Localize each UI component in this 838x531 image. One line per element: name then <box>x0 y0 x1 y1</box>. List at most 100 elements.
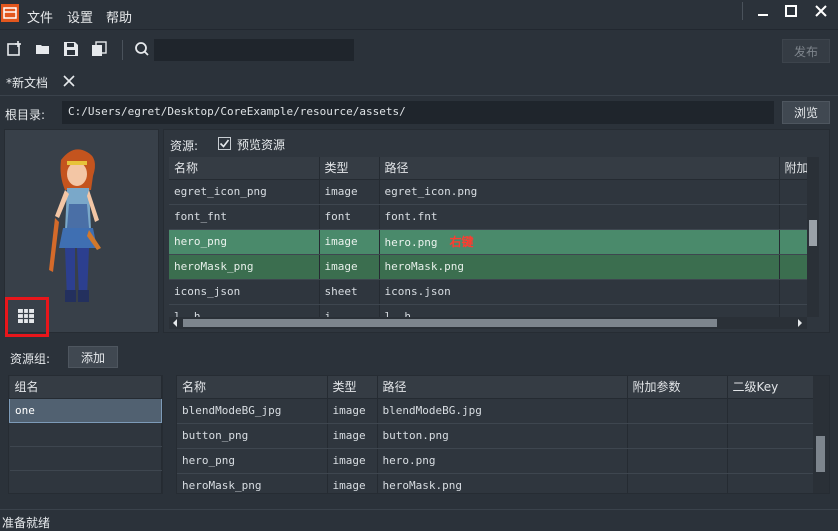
cell-path: egret_icon.png <box>379 179 780 205</box>
resources-vertical-scrollbar[interactable] <box>807 157 819 317</box>
save-icon[interactable] <box>63 41 79 57</box>
close-icon <box>815 5 827 17</box>
column-header-group-name[interactable]: 组名 <box>9 376 162 399</box>
table-row[interactable]: hero_png image hero.png <box>177 448 814 474</box>
scrollbar-thumb[interactable] <box>809 220 817 246</box>
cell-type: image <box>319 179 380 205</box>
maximize-icon <box>785 5 797 17</box>
group-item[interactable] <box>9 446 162 471</box>
table-row-highlighted[interactable]: hero_png image hero.png 右键 <box>169 229 807 255</box>
cell-path: l..h... <box>379 304 780 317</box>
cell-path-text: hero.png <box>384 236 438 249</box>
resources-label: 资源: <box>170 139 199 153</box>
maximize-button[interactable] <box>774 0 808 22</box>
table-row[interactable]: font_fnt font font.fnt <box>169 204 807 230</box>
cell-path: heroMask.png <box>379 254 780 280</box>
document-tab-bar: *新文档 <box>0 68 838 96</box>
root-directory-label: 根目录: <box>5 108 46 122</box>
preview-resources-checkbox[interactable] <box>218 137 231 150</box>
resource-groups-label: 资源组: <box>10 352 51 366</box>
table-header-row: 名称 类型 路径 附加参 <box>169 157 807 180</box>
column-header-subkey[interactable]: 二级Key <box>727 376 814 399</box>
scroll-left-icon[interactable] <box>170 317 180 329</box>
group-resources-table: 名称 类型 路径 附加参数 二级Key blendModeBG_jpg imag… <box>176 375 830 494</box>
group-item-selected[interactable]: one <box>9 397 162 423</box>
status-bar: 准备就绪 <box>0 509 838 531</box>
group-resources-vertical-scrollbar[interactable] <box>813 376 829 493</box>
group-item[interactable] <box>9 422 162 447</box>
grid-view-button[interactable] <box>5 297 49 337</box>
group-name <box>9 446 162 471</box>
resources-table: 名称 类型 路径 附加参 egret_icon_png image egret_… <box>169 157 807 317</box>
cell-type: font <box>319 204 380 230</box>
cell-extra <box>779 279 807 305</box>
cell-type: image <box>319 229 380 255</box>
search-icon <box>135 42 149 56</box>
column-header-type[interactable]: 类型 <box>319 157 380 180</box>
resources-panel: 资源: 预览资源 名称 类型 路径 附加参 egret_icon_png ima… <box>163 129 830 333</box>
cell-extra <box>627 448 728 474</box>
cell-extra <box>779 229 807 255</box>
table-row-selected[interactable]: heroMask_png image heroMask.png <box>169 254 807 280</box>
cell-extra <box>779 304 807 317</box>
root-directory-field[interactable]: C:/Users/egret/Desktop/CoreExample/resou… <box>62 101 774 124</box>
table-row[interactable]: blendModeBG_jpg image blendModeBG.jpg <box>177 398 814 424</box>
new-file-icon[interactable] <box>7 41 23 57</box>
column-header-extra[interactable]: 附加参 <box>779 157 807 180</box>
table-row[interactable]: icons_json sheet icons.json <box>169 279 807 305</box>
cell-extra <box>779 254 807 280</box>
cell-extra <box>627 473 728 493</box>
table-row[interactable]: egret_icon_png image egret_icon.png <box>169 179 807 205</box>
save-all-icon[interactable] <box>91 41 107 57</box>
menu-file[interactable]: 文件 <box>27 7 53 26</box>
cell-name: heroMask_png <box>169 254 320 280</box>
publish-button[interactable]: 发布 <box>782 39 830 63</box>
cell-name: hero_png <box>177 448 328 474</box>
close-tab-icon[interactable] <box>62 74 76 88</box>
checkmark-icon <box>219 139 230 148</box>
window-controls-divider <box>742 2 743 20</box>
scrollbar-thumb[interactable] <box>816 436 825 472</box>
browse-button[interactable]: 浏览 <box>782 101 830 124</box>
cell-subkey <box>727 473 814 493</box>
column-header-path[interactable]: 路径 <box>377 376 628 399</box>
column-header-type[interactable]: 类型 <box>327 376 378 399</box>
scrollbar-thumb[interactable] <box>183 319 717 327</box>
table-header-row: 名称 类型 路径 附加参数 二级Key <box>177 376 814 399</box>
cell-name: blendModeBG_jpg <box>177 398 328 424</box>
cell-name: egret_icon_png <box>169 179 320 205</box>
scroll-right-icon[interactable] <box>795 317 805 329</box>
search-input[interactable] <box>154 39 354 61</box>
menu-help[interactable]: 帮助 <box>106 7 132 26</box>
table-row[interactable]: heroMask_png image heroMask.png <box>177 473 814 493</box>
toolbar: 发布 <box>0 30 838 68</box>
title-bar: 文件 设置 帮助 <box>0 0 838 30</box>
close-window-button[interactable] <box>804 0 838 22</box>
cell-type: image <box>327 473 378 493</box>
column-header-name[interactable]: 名称 <box>177 376 328 399</box>
table-row[interactable]: l..h... i... l..h... <box>169 304 807 317</box>
grid-icon <box>18 309 34 323</box>
table-row[interactable]: button_png image button.png <box>177 423 814 449</box>
column-header-path[interactable]: 路径 <box>379 157 780 180</box>
cell-subkey <box>727 448 814 474</box>
group-name <box>9 470 162 493</box>
cell-name: font_fnt <box>169 204 320 230</box>
cell-path: hero.png <box>377 448 628 474</box>
cell-name: hero_png <box>169 229 320 255</box>
resources-horizontal-scrollbar[interactable] <box>169 317 807 329</box>
column-header-extra[interactable]: 附加参数 <box>627 376 728 399</box>
status-text: 准备就绪 <box>2 516 51 530</box>
cell-type: image <box>327 398 378 424</box>
cell-subkey <box>727 398 814 424</box>
cell-type: i... <box>319 304 380 317</box>
cell-path: font.fnt <box>379 204 780 230</box>
cell-name: heroMask_png <box>177 473 328 493</box>
group-item[interactable] <box>9 470 162 493</box>
right-click-annotation: 右键 <box>449 235 474 249</box>
add-group-button[interactable]: 添加 <box>68 346 118 368</box>
open-folder-icon[interactable] <box>35 41 51 57</box>
cell-extra <box>627 423 728 449</box>
column-header-name[interactable]: 名称 <box>169 157 320 180</box>
menu-settings[interactable]: 设置 <box>67 7 93 26</box>
